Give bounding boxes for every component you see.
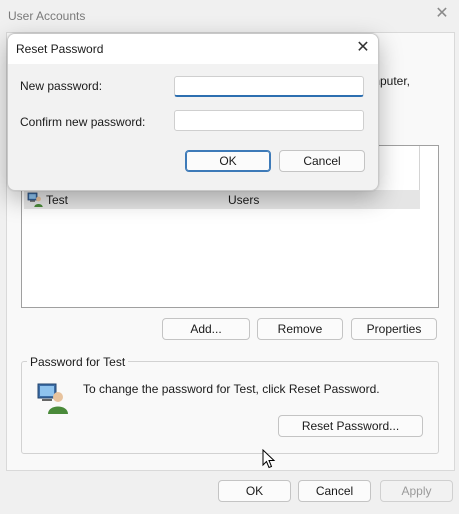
confirm-password-label: Confirm new password:: [20, 115, 146, 129]
dialog-ok-button[interactable]: OK: [185, 150, 271, 172]
user-computer-icon: [27, 192, 43, 207]
user-name-cell: Test: [46, 193, 69, 207]
user-group-cell: Users: [228, 193, 260, 207]
confirm-password-field[interactable]: [174, 110, 364, 131]
window-close-icon[interactable]: ✕: [433, 5, 451, 23]
ok-button[interactable]: OK: [218, 480, 291, 502]
add-user-button[interactable]: Add...: [162, 318, 250, 340]
mouse-cursor-icon: [262, 449, 276, 469]
dialog-cancel-button[interactable]: Cancel: [279, 150, 365, 172]
new-password-label: New password:: [20, 79, 103, 93]
window-title: User Accounts: [8, 9, 86, 23]
reset-password-dialog: Reset Password ✕ New password: Confirm n…: [7, 33, 379, 191]
new-password-field[interactable]: [174, 76, 364, 97]
cancel-button[interactable]: Cancel: [298, 480, 371, 502]
apply-button: Apply: [380, 480, 453, 502]
dialog-titlebar: Reset Password ✕: [8, 34, 378, 64]
reset-password-button[interactable]: Reset Password...: [278, 415, 423, 437]
remove-user-button[interactable]: Remove: [257, 318, 343, 340]
password-group-legend: Password for Test: [27, 355, 129, 369]
dialog-title: Reset Password: [16, 42, 104, 56]
dialog-close-icon[interactable]: ✕: [354, 39, 372, 57]
user-password-icon: [37, 383, 68, 414]
user-row-test[interactable]: Test Users: [24, 190, 420, 209]
list-scrollbar[interactable]: [419, 146, 438, 193]
password-instruction-text: To change the password for Test, click R…: [83, 382, 380, 396]
properties-button[interactable]: Properties: [351, 318, 437, 340]
password-groupbox: [21, 361, 439, 454]
